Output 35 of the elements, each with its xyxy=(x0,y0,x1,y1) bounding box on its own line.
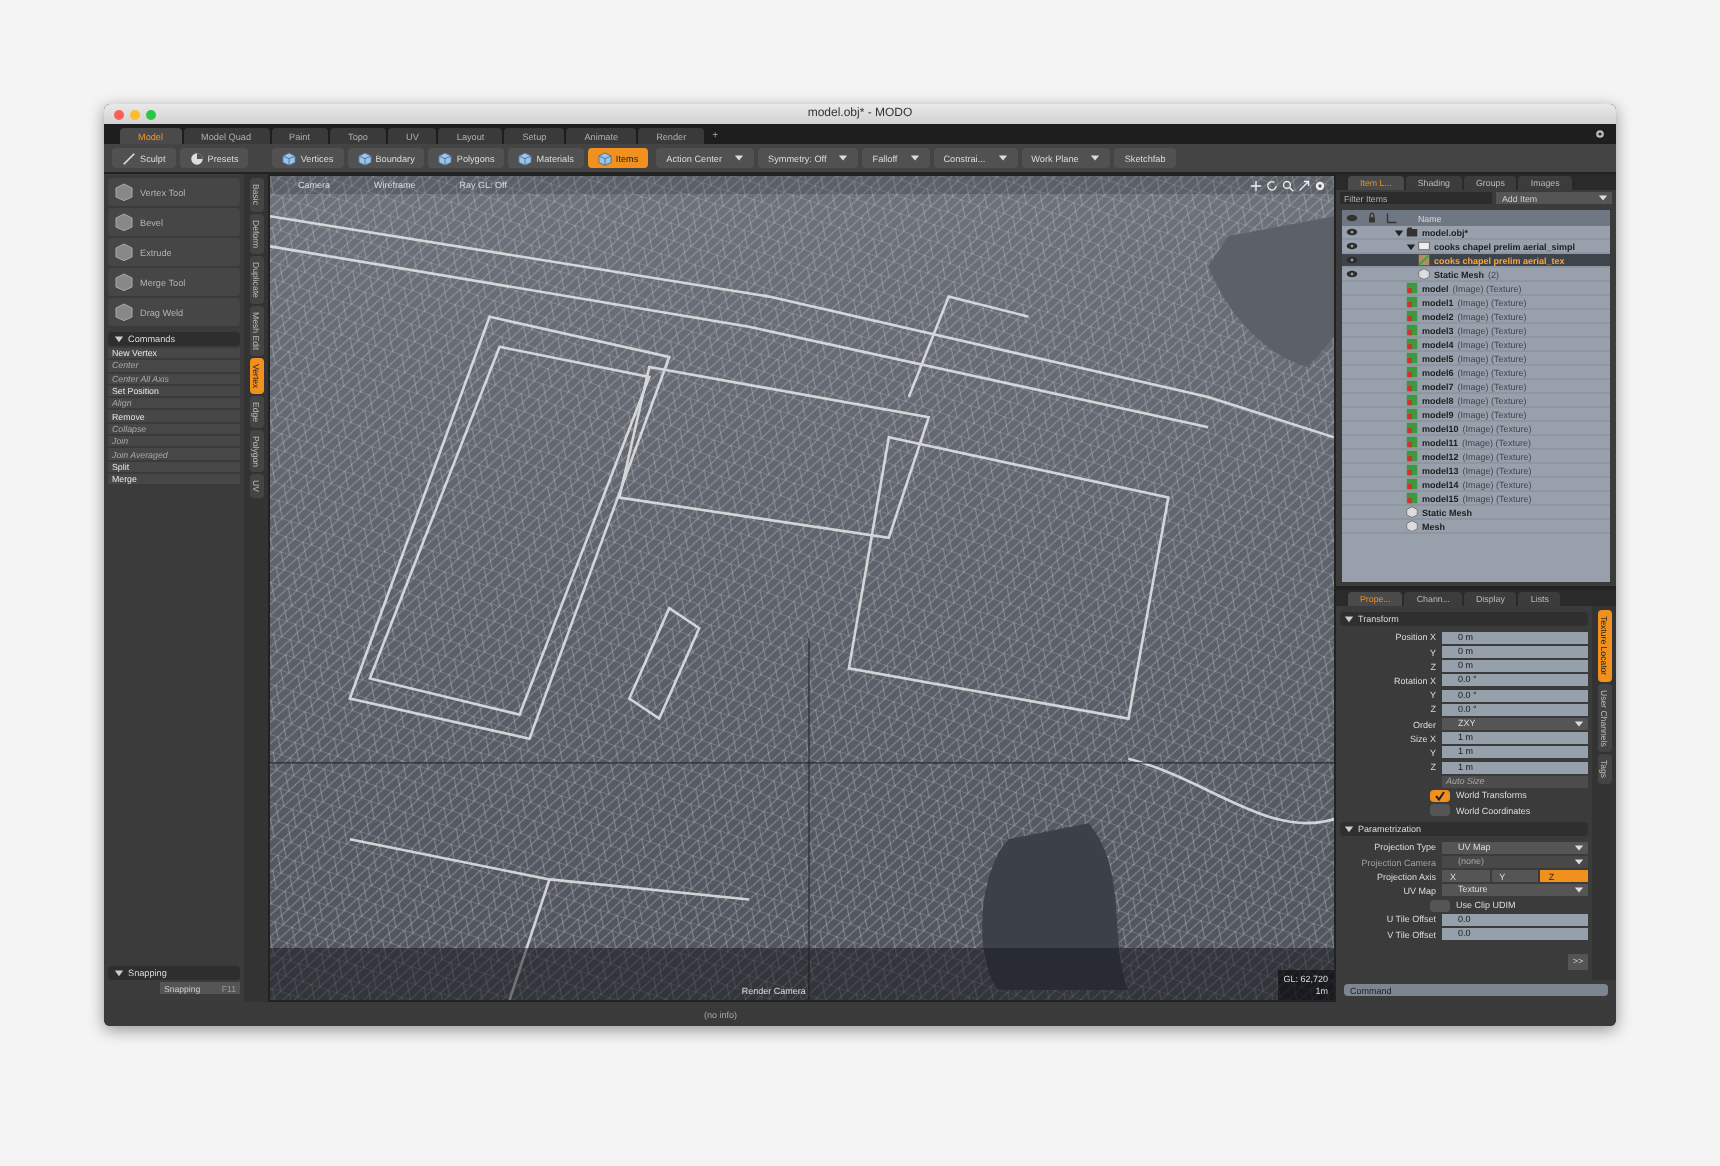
collapse-triangle-icon[interactable] xyxy=(1344,824,1354,835)
checkbox[interactable] xyxy=(1430,804,1450,817)
eye-icon[interactable] xyxy=(1346,240,1358,252)
disc-icon xyxy=(189,151,204,165)
rotate-icon[interactable] xyxy=(1266,179,1278,191)
eye-icon[interactable] xyxy=(1346,268,1358,280)
caret-icon xyxy=(734,154,744,162)
cube-icon xyxy=(518,151,533,165)
scene-icon xyxy=(1406,226,1418,238)
cube-icon xyxy=(282,151,297,165)
checkbox[interactable] xyxy=(1430,899,1450,912)
collapse-triangle-icon[interactable] xyxy=(1344,614,1354,624)
search-icon[interactable] xyxy=(1282,179,1294,191)
maximize-icon[interactable] xyxy=(1298,179,1310,191)
caret-icon xyxy=(1090,154,1101,162)
axes-icon xyxy=(1386,212,1398,224)
move-icon[interactable] xyxy=(1250,179,1262,191)
settings-icon[interactable] xyxy=(1592,128,1608,140)
locator-icon xyxy=(1418,240,1430,252)
cube-icon xyxy=(357,151,372,165)
caret-icon xyxy=(909,154,920,162)
collapse-triangle-icon[interactable] xyxy=(114,968,124,978)
settings-icon[interactable] xyxy=(1314,179,1326,191)
lock-icon xyxy=(1366,212,1378,224)
texture-icon xyxy=(1418,254,1430,266)
caret-icon xyxy=(997,154,1008,162)
checkbox[interactable] xyxy=(1430,789,1450,802)
cube-icon xyxy=(438,151,453,165)
eye-icon[interactable] xyxy=(1346,226,1358,238)
caret-icon xyxy=(838,154,849,162)
eye-icon[interactable] xyxy=(1346,254,1358,266)
collapse-triangle-icon[interactable] xyxy=(114,334,124,344)
caret-icon xyxy=(1598,194,1608,202)
cube-icon xyxy=(597,151,612,165)
brush-icon xyxy=(122,151,136,165)
